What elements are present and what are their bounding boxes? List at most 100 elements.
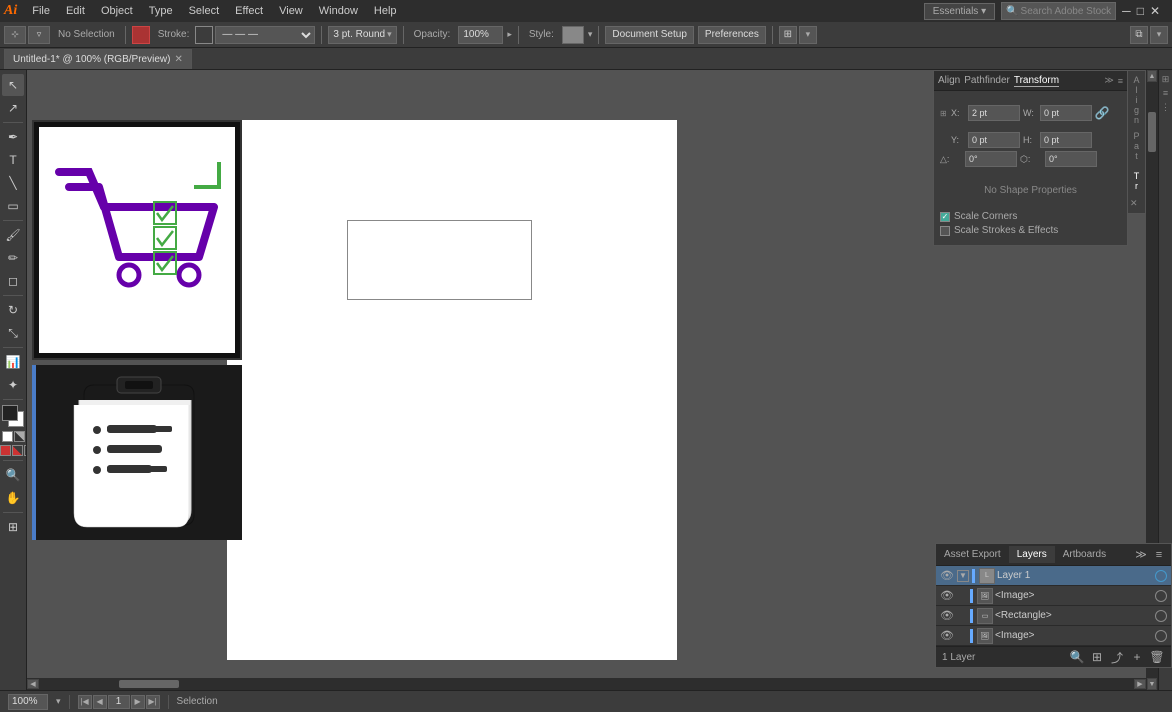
preferences-btn[interactable]: Preferences xyxy=(698,26,766,44)
artboards-tab[interactable]: Artboards xyxy=(1055,546,1114,563)
panel-overflow-btn[interactable]: ≫ xyxy=(1133,547,1149,563)
panel-tab-align[interactable]: Align xyxy=(938,75,960,86)
align-mini-tab[interactable]: A l i g n xyxy=(1130,75,1143,125)
create-sublayer-btn[interactable]: ⊞ xyxy=(1089,650,1105,664)
pencil-tool[interactable]: ✏ xyxy=(2,247,24,269)
prev-artboard-btn[interactable]: ◀ xyxy=(93,695,107,709)
layer-row-image-1[interactable]: 👁 🖼 <Image> xyxy=(936,586,1171,606)
zoom-input[interactable] xyxy=(8,694,48,710)
create-new-layer-btn[interactable]: + xyxy=(1129,650,1145,664)
layer-image2-visibility[interactable]: 👁 xyxy=(938,627,956,645)
arrange-btn[interactable]: ▾ xyxy=(799,26,817,44)
layer-row-1[interactable]: 👁 ▼ L Layer 1 xyxy=(936,566,1171,586)
panel-menu-btn[interactable]: ≡ xyxy=(1151,547,1167,563)
layer-image1-visibility[interactable]: 👁 xyxy=(938,587,956,605)
right-strip-btn-1[interactable]: ⊞ xyxy=(1160,74,1172,86)
style-expand[interactable]: ▾ xyxy=(588,29,593,40)
h-scrollbar-track[interactable] xyxy=(39,679,1134,689)
layer-image1-target[interactable] xyxy=(1155,590,1167,602)
h-scrollbar-thumb[interactable] xyxy=(119,680,179,688)
arrange-docs-btn[interactable]: ⧉ xyxy=(1130,26,1148,44)
move-to-layer-btn[interactable]: ⤴ xyxy=(1109,650,1125,664)
last-artboard-btn[interactable]: ▶| xyxy=(146,695,160,709)
artboard-tool[interactable]: ⊞ xyxy=(2,516,24,538)
transform-mini-tab[interactable]: T r xyxy=(1130,171,1143,191)
arrange-expand[interactable]: ▾ xyxy=(1150,26,1168,44)
scale-corners-checkbox[interactable]: ✓ xyxy=(940,212,950,222)
document-setup-btn[interactable]: Document Setup xyxy=(605,26,694,44)
x-input[interactable] xyxy=(968,105,1020,121)
delete-layer-btn[interactable]: 🗑 xyxy=(1149,650,1165,664)
menu-select[interactable]: Select xyxy=(182,3,227,19)
minimize-btn[interactable]: ─ xyxy=(1122,4,1131,18)
paintbrush-tool[interactable]: 🖌 xyxy=(2,224,24,246)
asset-export-tab[interactable]: Asset Export xyxy=(936,546,1009,563)
maximize-btn[interactable]: □ xyxy=(1137,4,1144,18)
scrollbar-thumb[interactable] xyxy=(1148,112,1156,152)
rotate-input[interactable] xyxy=(965,151,1017,167)
color-fill-icon[interactable] xyxy=(0,445,11,456)
opacity-expand[interactable]: ▸ xyxy=(507,29,512,40)
panel-more-btn[interactable]: ≫ xyxy=(1104,75,1113,86)
hand-tool[interactable]: ✋ xyxy=(2,487,24,509)
grid-view-btn[interactable]: ⊞ xyxy=(779,26,797,44)
layer-rect-target[interactable] xyxy=(1155,610,1167,622)
menu-type[interactable]: Type xyxy=(142,3,180,19)
eraser-tool[interactable]: ◻ xyxy=(2,270,24,292)
y-input[interactable] xyxy=(968,132,1020,148)
panel-tab-transform[interactable]: Transform xyxy=(1014,75,1059,87)
menu-edit[interactable]: Edit xyxy=(59,3,92,19)
layers-tab[interactable]: Layers xyxy=(1009,546,1055,563)
stroke-swatch[interactable] xyxy=(195,26,213,44)
artboard-number-input[interactable] xyxy=(108,695,130,709)
w-input[interactable] xyxy=(1040,105,1092,121)
pen-tool[interactable]: ✒ xyxy=(2,126,24,148)
close-btn[interactable]: ✕ xyxy=(1150,4,1160,18)
default-colors-icon[interactable] xyxy=(14,431,25,442)
pathfinder-mini-tab[interactable]: P a t xyxy=(1130,131,1143,161)
menu-file[interactable]: File xyxy=(25,3,57,19)
layer-1-expand-toggle[interactable]: ▼ xyxy=(957,570,969,582)
stroke-width-input[interactable]: 3 pt. Round ▾ xyxy=(328,26,396,44)
h-input[interactable] xyxy=(1040,132,1092,148)
zoom-tool[interactable]: 🔍 xyxy=(2,464,24,486)
horizontal-scrollbar[interactable]: ◀ ▶ xyxy=(27,678,1146,690)
graph-tool[interactable]: 📊 xyxy=(2,351,24,373)
right-strip-btn-2[interactable]: ≡ xyxy=(1160,88,1172,100)
layer-row-image-2[interactable]: 👁 🖼 <Image> xyxy=(936,626,1171,646)
menu-help[interactable]: Help xyxy=(367,3,404,19)
menu-view[interactable]: View xyxy=(272,3,310,19)
scrollbar-down-btn[interactable]: ▼ xyxy=(1147,678,1157,690)
gradient-fill-icon[interactable] xyxy=(12,445,23,456)
scale-strokes-checkbox[interactable] xyxy=(940,226,950,236)
right-strip-btn-3[interactable]: ⋮ xyxy=(1160,102,1172,114)
menu-window[interactable]: Window xyxy=(312,3,365,19)
line-tool[interactable]: ╲ xyxy=(2,172,24,194)
doc-close-icon[interactable]: ✕ xyxy=(174,54,182,65)
scale-tool[interactable]: ⤡ xyxy=(2,322,24,344)
make-clipping-mask-btn[interactable]: 🔍 xyxy=(1069,650,1085,664)
direct-selection-tool[interactable]: ↗ xyxy=(2,97,24,119)
type-tool[interactable]: T xyxy=(2,149,24,171)
layer-row-rect[interactable]: 👁 ▭ <Rectangle> xyxy=(936,606,1171,626)
menu-object[interactable]: Object xyxy=(94,3,140,19)
canvas-item-1[interactable] xyxy=(32,120,242,360)
layer-1-visibility[interactable]: 👁 xyxy=(938,567,956,585)
first-artboard-btn[interactable]: |◀ xyxy=(78,695,92,709)
menu-effect[interactable]: Effect xyxy=(228,3,270,19)
symbol-tool[interactable]: ✦ xyxy=(2,374,24,396)
canvas-item-2[interactable] xyxy=(32,365,242,540)
layer-rect-visibility[interactable]: 👁 xyxy=(938,607,956,625)
close-panel-btn[interactable]: ✕ xyxy=(1130,197,1143,209)
opacity-input[interactable] xyxy=(458,26,503,44)
active-doc-tab[interactable]: Untitled-1* @ 100% (RGB/Preview) ✕ xyxy=(4,49,192,69)
lock-proportions-icon[interactable]: 🔗 xyxy=(1095,97,1109,129)
scrollbar-right-btn[interactable]: ▶ xyxy=(1134,679,1146,689)
shear-input[interactable] xyxy=(1045,151,1097,167)
rotate-tool[interactable]: ↻ xyxy=(2,299,24,321)
foreground-color-swatch[interactable] xyxy=(2,405,18,421)
style-swatch[interactable] xyxy=(562,26,584,44)
layer-image2-target[interactable] xyxy=(1155,630,1167,642)
selection-tool[interactable]: ↖ xyxy=(2,74,24,96)
fill-swatch[interactable] xyxy=(132,26,150,44)
